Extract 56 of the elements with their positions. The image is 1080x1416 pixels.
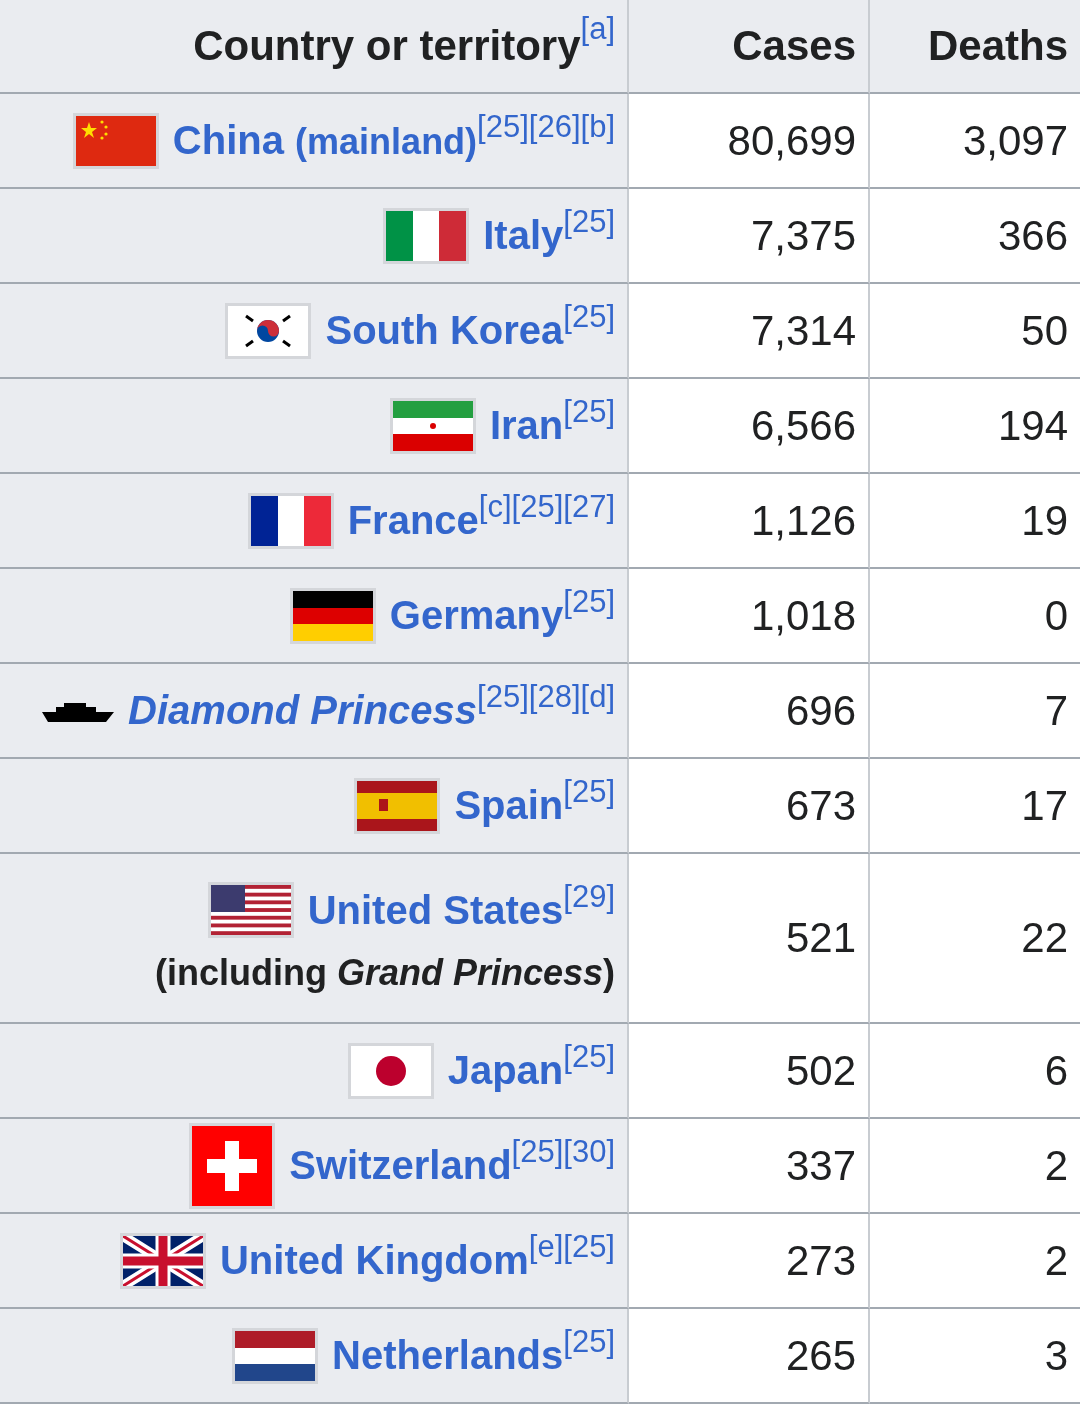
citation-link[interactable]: [25] — [563, 584, 615, 619]
country-link[interactable]: Spain — [454, 783, 564, 827]
cases-cell: 1,018 — [629, 569, 870, 664]
flag-icon — [389, 397, 476, 454]
cases-cell: 502 — [629, 1024, 870, 1119]
column-header: Cases — [732, 22, 856, 70]
flag-icon — [232, 1327, 319, 1384]
flag-icon — [189, 1122, 276, 1209]
flag-icon — [347, 1042, 434, 1099]
country-link[interactable]: Diamond Princess — [128, 688, 478, 732]
country-link[interactable]: China (mainland) — [172, 118, 478, 162]
citation-link[interactable]: [25] — [563, 774, 615, 809]
citation-link[interactable]: [25][30] — [511, 1134, 615, 1169]
column-header: Deaths — [927, 22, 1068, 70]
country-link[interactable]: United Kingdom — [219, 1238, 529, 1282]
cases-cell: 273 — [629, 1214, 870, 1309]
country-link[interactable]: Japan — [447, 1048, 564, 1092]
cases-cell: 80,699 — [629, 94, 870, 189]
country-link[interactable]: Germany — [389, 593, 564, 637]
cases-cell: 696 — [629, 664, 870, 759]
cases-cell: 673 — [629, 759, 870, 854]
flag-icon — [225, 302, 312, 359]
citation-link[interactable]: [e][25] — [528, 1229, 615, 1264]
country-note: (including Grand Princess) — [154, 952, 615, 994]
cases-cell: 1,126 — [629, 474, 870, 569]
flag-icon — [207, 882, 294, 938]
citation-link[interactable]: [25] — [563, 394, 615, 429]
country-link[interactable]: United States — [307, 887, 564, 932]
country-link[interactable]: South Korea — [325, 308, 564, 352]
citation-link[interactable]: [25] — [563, 204, 615, 239]
citation-link[interactable]: [c][25][27] — [478, 489, 615, 524]
citation-link[interactable]: [25][28][d] — [477, 679, 615, 714]
cases-cell: 7,314 — [629, 284, 870, 379]
column-header: Country or territory — [193, 22, 581, 70]
country-link[interactable]: Iran — [489, 403, 564, 447]
country-link[interactable]: Italy — [483, 213, 564, 257]
country-link[interactable]: France — [347, 498, 479, 542]
cases-cell: 6,566 — [629, 379, 870, 474]
cases-cell: 521 — [629, 854, 870, 1024]
citation-link[interactable]: [25] — [563, 1039, 615, 1074]
citation-link[interactable]: [a] — [580, 11, 615, 47]
flag-icon — [72, 112, 159, 169]
citation-link[interactable]: [25][26][b] — [477, 109, 615, 144]
flag-icon — [289, 587, 376, 644]
flag-icon — [119, 1232, 206, 1289]
flag-icon — [247, 492, 334, 549]
country-link[interactable]: Switzerland — [289, 1143, 512, 1187]
flag-icon — [383, 207, 470, 264]
citation-link[interactable]: [25] — [563, 299, 615, 334]
country-link[interactable]: Netherlands — [332, 1333, 564, 1377]
flag-icon — [354, 777, 441, 834]
citation-link[interactable]: [29] — [563, 878, 615, 914]
cases-cell: 265 — [629, 1309, 870, 1404]
citation-link[interactable]: [25] — [563, 1324, 615, 1359]
cases-cell: 337 — [629, 1119, 870, 1214]
cases-cell: 7,375 — [629, 189, 870, 284]
